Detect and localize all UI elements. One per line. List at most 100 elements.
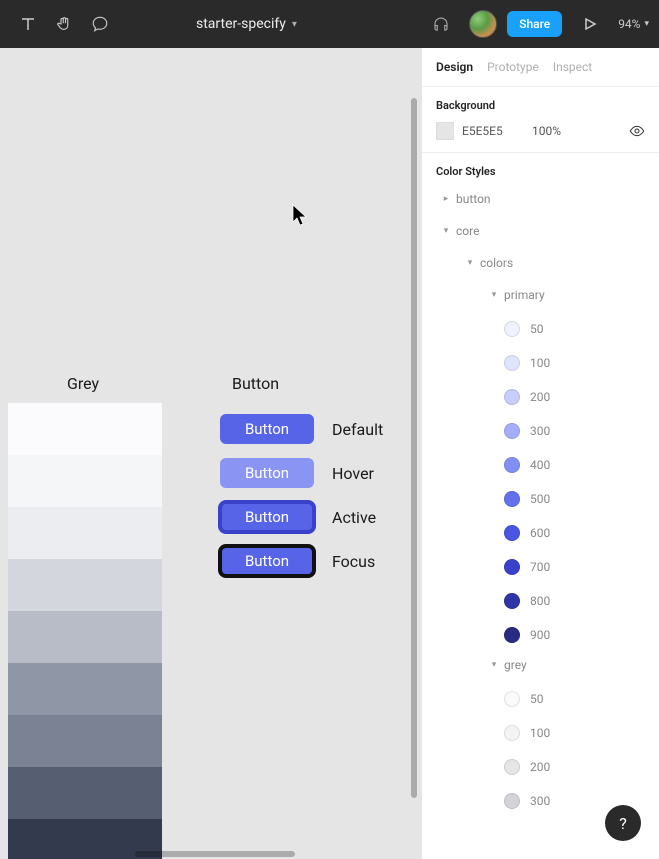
tree-label: primary [504, 288, 545, 302]
color-step-label: 400 [530, 458, 550, 472]
tab-prototype[interactable]: Prototype [487, 60, 539, 74]
cursor-icon [292, 204, 308, 226]
color-step-label: 500 [530, 492, 550, 506]
background-opacity[interactable]: 100% [532, 124, 582, 138]
color-step-label: 100 [530, 726, 550, 740]
canvas-scrollbar-vertical[interactable] [411, 98, 417, 798]
disclosure-down-icon: ▾ [440, 226, 452, 236]
primary-swatch-row[interactable]: 800 [504, 584, 645, 618]
grey-swatch-row[interactable]: 100 [504, 716, 645, 750]
example-button: Button [220, 414, 314, 444]
comment-tool[interactable] [82, 6, 118, 42]
grey-swatch [8, 455, 162, 507]
tab-design[interactable]: Design [436, 60, 473, 74]
canvas[interactable]: Grey Button ButtonDefaultButtonHoverButt… [0, 48, 421, 859]
primary-swatch-row[interactable]: 50 [504, 312, 645, 346]
color-step-label: 800 [530, 594, 550, 608]
comment-icon [91, 15, 109, 33]
background-heading: Background [436, 99, 645, 112]
primary-swatch-row[interactable]: 600 [504, 516, 645, 550]
example-button: Button [220, 546, 314, 576]
present-button[interactable] [572, 6, 608, 42]
primary-swatch-row[interactable]: 500 [504, 482, 645, 516]
color-step-label: 50 [530, 322, 544, 336]
visibility-toggle[interactable] [629, 123, 645, 139]
color-step-label: 100 [530, 356, 550, 370]
hand-tool[interactable] [46, 6, 82, 42]
color-swatch-circle [504, 793, 520, 809]
avatar[interactable] [469, 10, 497, 38]
color-swatch-circle [504, 627, 520, 643]
color-swatch-circle [504, 559, 520, 575]
color-step-label: 300 [530, 424, 550, 438]
grey-swatch [8, 611, 162, 663]
color-step-label: 700 [530, 560, 550, 574]
grey-swatch [8, 715, 162, 767]
grey-swatch-list: 50 100 200 300 [436, 682, 645, 818]
tree-node-core[interactable]: ▾ core [436, 220, 645, 242]
example-button: Button [220, 458, 314, 488]
color-swatch-circle [504, 423, 520, 439]
audio-tool[interactable] [423, 6, 459, 42]
color-swatch-circle [504, 759, 520, 775]
help-button[interactable]: ? [605, 805, 641, 841]
background-section: Background E5E5E5 100% [422, 87, 659, 153]
button-state-label: Hover [332, 464, 374, 483]
button-variant-row: Button Focus [220, 546, 383, 576]
primary-swatch-row[interactable]: 100 [504, 346, 645, 380]
text-icon [19, 15, 37, 33]
primary-swatch-row[interactable]: 200 [504, 380, 645, 414]
color-swatch-circle [504, 725, 520, 741]
button-state-label: Focus [332, 552, 375, 571]
primary-swatch-row[interactable]: 300 [504, 414, 645, 448]
frame-label-button: Button [232, 374, 279, 393]
text-tool[interactable] [10, 6, 46, 42]
color-styles-section: Color Styles ▸ button ▾ core ▾ colors ▾ … [422, 153, 659, 830]
grey-swatch [8, 507, 162, 559]
file-name-dropdown[interactable]: starter-specify ▾ [196, 16, 297, 32]
color-step-label: 300 [530, 794, 550, 808]
play-icon [583, 17, 597, 31]
eye-icon [629, 123, 645, 139]
grey-swatch-row[interactable]: 200 [504, 750, 645, 784]
color-swatch-circle [504, 321, 520, 337]
color-step-label: 200 [530, 390, 550, 404]
button-variant-row: Button Default [220, 414, 383, 444]
inspector-panel: Design Prototype Inspect Background E5E5… [421, 48, 659, 859]
panel-tabs: Design Prototype Inspect [422, 48, 659, 87]
background-row[interactable]: E5E5E5 100% [436, 122, 645, 140]
grey-swatch [8, 663, 162, 715]
frame-label-grey: Grey [67, 374, 99, 393]
disclosure-down-icon: ▾ [488, 660, 500, 670]
button-state-label: Default [332, 420, 383, 439]
color-swatch-circle [504, 389, 520, 405]
grey-swatch [8, 767, 162, 819]
color-swatch-circle [504, 593, 520, 609]
tree-node-colors[interactable]: ▾ colors [436, 252, 645, 274]
top-toolbar: starter-specify ▾ Share 94% ▾ [0, 0, 659, 48]
button-variant-row: Button Hover [220, 458, 383, 488]
primary-swatch-row[interactable]: 400 [504, 448, 645, 482]
tree-node-grey[interactable]: ▾ grey [436, 654, 645, 676]
primary-swatch-row[interactable]: 900 [504, 618, 645, 652]
tree-node-button[interactable]: ▸ button [436, 188, 645, 210]
tree-label: grey [504, 658, 527, 672]
color-swatch-circle [504, 457, 520, 473]
share-button[interactable]: Share [507, 11, 562, 37]
button-variant-row: ButtonActive [220, 502, 383, 532]
grey-swatch-row[interactable]: 50 [504, 682, 645, 716]
zoom-dropdown[interactable]: 94% ▾ [618, 17, 649, 31]
color-styles-tree: ▸ button ▾ core ▾ colors ▾ primary 50 100… [436, 188, 645, 818]
tab-inspect[interactable]: Inspect [553, 60, 592, 74]
background-swatch[interactable] [436, 122, 454, 140]
background-hex[interactable]: E5E5E5 [462, 124, 532, 138]
grey-swatch [8, 559, 162, 611]
canvas-scrollbar-horizontal[interactable] [135, 851, 295, 857]
button-state-label: Active [332, 508, 376, 527]
primary-swatch-row[interactable]: 700 [504, 550, 645, 584]
grey-swatch-stack [8, 403, 162, 859]
tree-node-primary[interactable]: ▾ primary [436, 284, 645, 306]
color-step-label: 200 [530, 760, 550, 774]
color-swatch-circle [504, 691, 520, 707]
hand-icon [55, 15, 73, 33]
